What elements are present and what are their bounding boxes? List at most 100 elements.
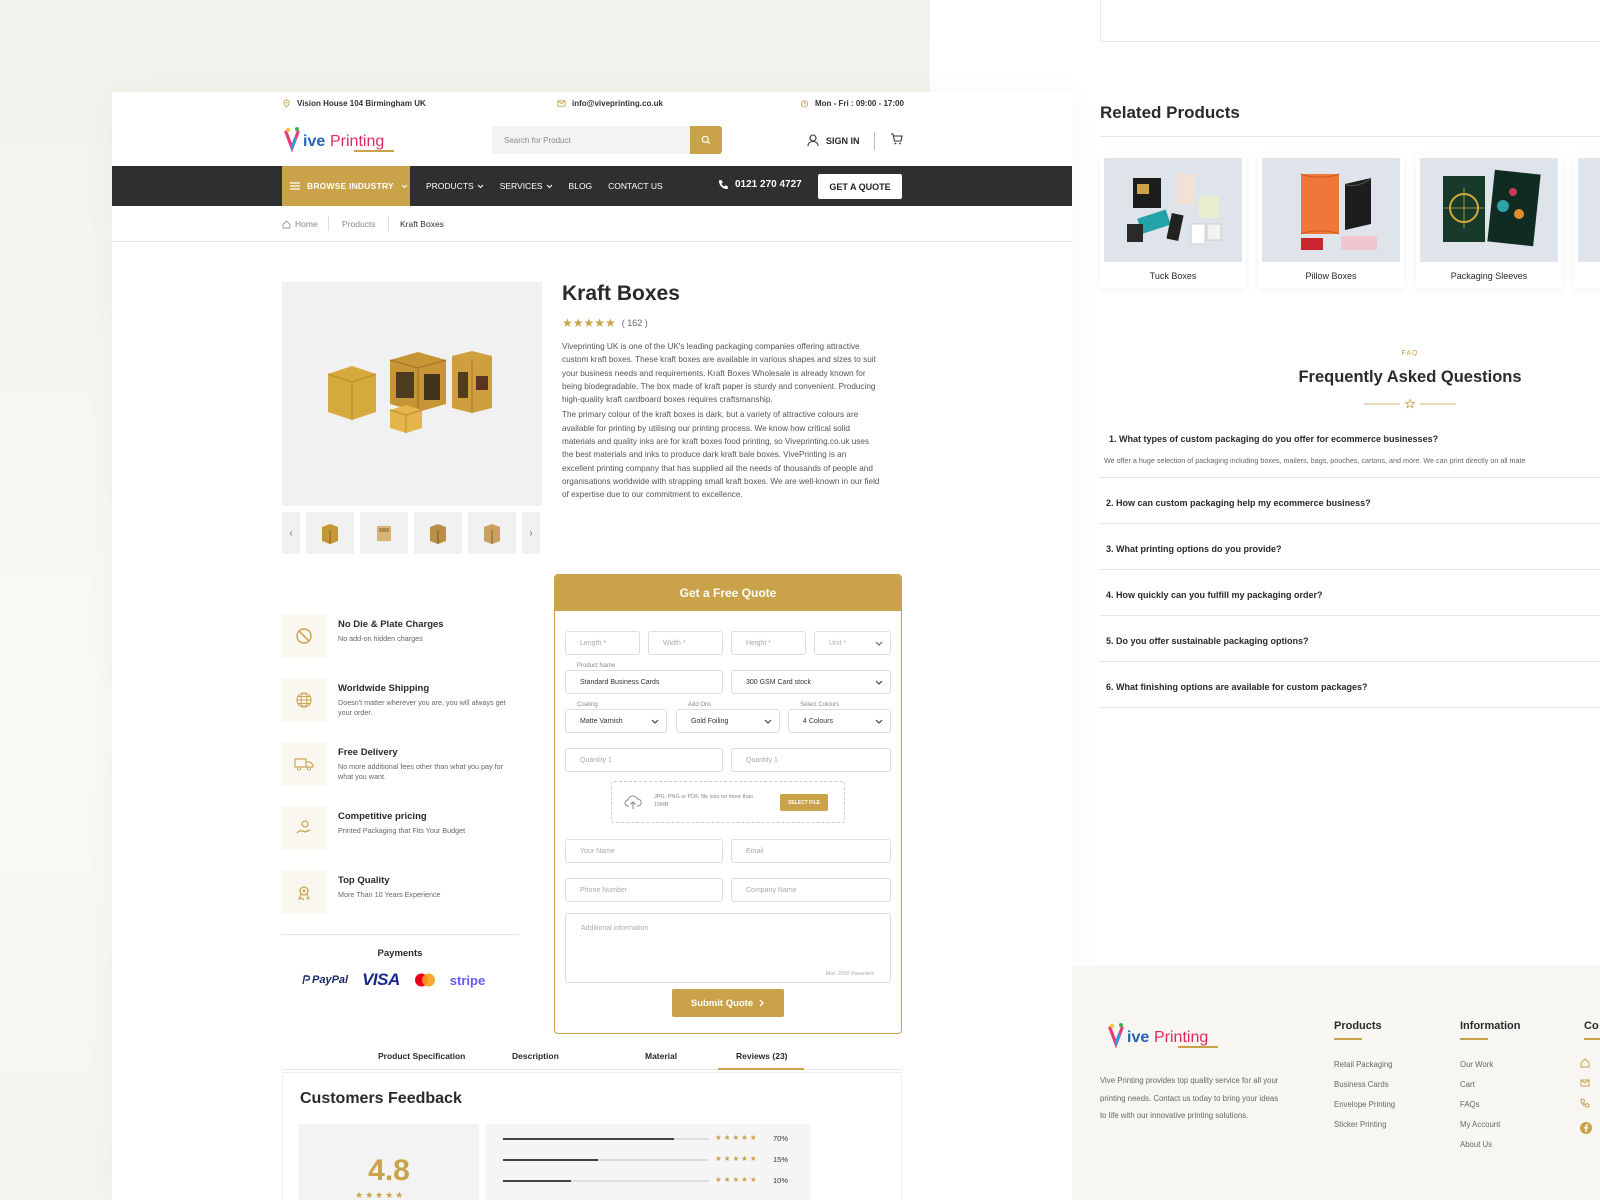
stock-select[interactable]: 300 GSM Card stock bbox=[731, 670, 891, 694]
footer-link[interactable]: Retail Packaging bbox=[1334, 1060, 1393, 1069]
width-input[interactable]: Width * bbox=[648, 631, 723, 655]
related-product-card[interactable]: Packaging Sleeves bbox=[1416, 154, 1562, 288]
related-product-label: Pillow Boxes bbox=[1305, 271, 1357, 281]
colours-select[interactable]: Select Colours 4 Colours bbox=[788, 702, 891, 733]
nav-item-blog[interactable]: BLOG bbox=[569, 181, 593, 191]
faq-question[interactable]: 6. What finishing options are available … bbox=[1106, 682, 1368, 692]
active-tab-indicator bbox=[718, 1068, 804, 1070]
faq-question[interactable]: 4. How quickly can you fulfill my packag… bbox=[1106, 590, 1323, 600]
rating-bar-fill bbox=[503, 1159, 598, 1161]
footer-logo[interactable]: ive Printing bbox=[1106, 1022, 1226, 1054]
viveprinting-logo[interactable]: ive Printing bbox=[282, 126, 402, 158]
faq-item[interactable]: 2. How can custom packaging help my ecom… bbox=[1100, 478, 1600, 524]
faq-item[interactable]: 1. What types of custom packaging do you… bbox=[1100, 424, 1600, 478]
chevron-right-icon: › bbox=[529, 527, 533, 539]
nav-item-products[interactable]: PRODUCTS bbox=[426, 181, 484, 191]
faq-item[interactable]: 5. Do you offer sustainable packaging op… bbox=[1100, 616, 1600, 662]
thumb-next-button[interactable]: › bbox=[522, 512, 540, 554]
nav-services-label: SERVICES bbox=[499, 181, 543, 191]
additional-info-textarea[interactable]: Additional information Max. 2000 charact… bbox=[565, 913, 891, 983]
product-thumbnail[interactable] bbox=[306, 512, 354, 554]
rating-bar-percent: 15% bbox=[773, 1155, 789, 1164]
company-name-input[interactable]: Company Name bbox=[731, 878, 891, 902]
phone-icon bbox=[719, 180, 728, 189]
stock-value: 300 GSM Card stock bbox=[746, 678, 811, 686]
related-product-card[interactable]: Tuck Boxes bbox=[1100, 154, 1246, 288]
chevron-down-icon bbox=[477, 184, 484, 188]
faq-item[interactable]: 6. What finishing options are available … bbox=[1100, 662, 1600, 708]
feature-text: Doesn't matter wherever you are, you wil… bbox=[338, 698, 506, 717]
breadcrumb-products[interactable]: Products bbox=[342, 219, 376, 229]
height-input[interactable]: Height * bbox=[731, 631, 806, 655]
related-product-label: Packaging Sleeves bbox=[1450, 271, 1528, 281]
customers-feedback-title: Customers Feedback bbox=[300, 1090, 462, 1107]
tab-product-specification[interactable]: Product Specification bbox=[378, 1051, 465, 1061]
faq-question[interactable]: 3. What printing options do you provide? bbox=[1106, 544, 1282, 554]
mail-icon bbox=[1580, 1079, 1590, 1087]
phone-number-input[interactable]: Phone Number bbox=[565, 878, 723, 902]
addons-value: Gold Foiling bbox=[691, 717, 729, 725]
thumb-prev-button[interactable]: ‹ bbox=[282, 512, 300, 554]
file-upload-area[interactable]: JPG, PNG or PDF, file size no more than … bbox=[611, 781, 845, 823]
footer-link[interactable]: Cart bbox=[1460, 1080, 1475, 1089]
facebook-icon[interactable] bbox=[1580, 1122, 1592, 1134]
colours-value: 4 Colours bbox=[803, 717, 833, 725]
chevron-down-icon bbox=[764, 719, 772, 724]
select-file-button[interactable]: SELECT FILE bbox=[780, 794, 828, 811]
related-product-card[interactable]: Pillow Boxes bbox=[1258, 154, 1404, 288]
get-a-quote-button[interactable]: GET A QUOTE bbox=[818, 174, 902, 199]
phone-number[interactable]: 0121 270 4727 bbox=[718, 179, 802, 190]
nav-item-contact[interactable]: CONTACT US bbox=[608, 181, 662, 191]
sign-in-link[interactable]: SIGN IN bbox=[807, 134, 860, 147]
footer-link[interactable]: Business Cards bbox=[1334, 1080, 1389, 1089]
length-input[interactable]: Length * bbox=[565, 631, 640, 655]
faq-question[interactable]: 1. What types of custom packaging do you… bbox=[1109, 434, 1438, 444]
footer-link[interactable]: FAQs bbox=[1460, 1100, 1480, 1109]
faq-item[interactable]: 3. What printing options do you provide? bbox=[1100, 524, 1600, 570]
hours-text: Mon - Fri : 09:00 - 17:00 bbox=[815, 99, 904, 108]
product-thumbnail[interactable] bbox=[468, 512, 516, 554]
tab-description[interactable]: Description bbox=[512, 1051, 559, 1061]
footer-link[interactable]: About Us bbox=[1460, 1140, 1492, 1149]
product-main-image[interactable] bbox=[282, 282, 542, 506]
footer-link[interactable]: Envelope Printing bbox=[1334, 1100, 1395, 1109]
product-description: Viveprinting UK is one of the UK's leadi… bbox=[562, 340, 880, 504]
footer-link[interactable]: Our Work bbox=[1460, 1060, 1493, 1069]
email-input[interactable]: Email bbox=[731, 839, 891, 863]
tab-reviews[interactable]: Reviews (23) bbox=[736, 1051, 788, 1061]
addons-select[interactable]: Add Ons Gold Foiling bbox=[676, 702, 780, 733]
related-product-image-partial bbox=[1578, 158, 1600, 262]
product-thumbnail[interactable] bbox=[360, 512, 408, 554]
chevron-down-icon bbox=[651, 719, 659, 724]
faq-item[interactable]: 4. How quickly can you fulfill my packag… bbox=[1100, 570, 1600, 616]
related-product-card[interactable] bbox=[1574, 154, 1600, 288]
search-input[interactable]: Search for Product bbox=[504, 136, 571, 145]
faq-tag: FAQ bbox=[1401, 350, 1419, 357]
nav-item-services[interactable]: SERVICES bbox=[500, 181, 553, 191]
rating-bar-track bbox=[503, 1159, 709, 1161]
cart-icon[interactable] bbox=[890, 133, 903, 145]
breadcrumb-home[interactable]: Home bbox=[282, 219, 318, 229]
box-thumb-icon bbox=[484, 524, 500, 544]
submit-quote-button[interactable]: Submit Quote bbox=[672, 989, 784, 1017]
product-name-field[interactable]: Product Name Standard Business Cards bbox=[565, 663, 723, 694]
faq-question[interactable]: 2. How can custom packaging help my ecom… bbox=[1106, 498, 1371, 508]
email-info[interactable]: info@viveprinting.co.uk bbox=[557, 99, 663, 108]
footer-link[interactable]: Sticker Printing bbox=[1334, 1120, 1386, 1129]
coating-select[interactable]: Coating Matte Varnish bbox=[565, 702, 667, 733]
quantity-1-input[interactable]: Quantity 1 bbox=[565, 748, 723, 772]
search-bar[interactable]: Search for Product bbox=[492, 126, 722, 154]
your-name-input[interactable]: Your Name bbox=[565, 839, 723, 863]
faq-question[interactable]: 5. Do you offer sustainable packaging op… bbox=[1106, 636, 1309, 646]
kraft-boxes-image bbox=[327, 351, 492, 433]
quantity-2-input[interactable]: Quantity 1 bbox=[731, 748, 891, 772]
search-button[interactable] bbox=[690, 126, 722, 154]
footer-link[interactable]: My Account bbox=[1460, 1120, 1500, 1129]
review-count[interactable]: ( 162 ) bbox=[622, 318, 648, 328]
description-paragraph: Viveprinting UK is one of the UK's leadi… bbox=[562, 342, 876, 405]
browse-industry-button[interactable]: BROWSE INDUSTRY bbox=[282, 166, 410, 206]
unit-select[interactable]: Unit * bbox=[814, 631, 891, 655]
rating-bar-row: ★★★★★ 70% bbox=[503, 1133, 803, 1144]
tab-material[interactable]: Material bbox=[645, 1051, 677, 1061]
product-thumbnail[interactable] bbox=[414, 512, 462, 554]
